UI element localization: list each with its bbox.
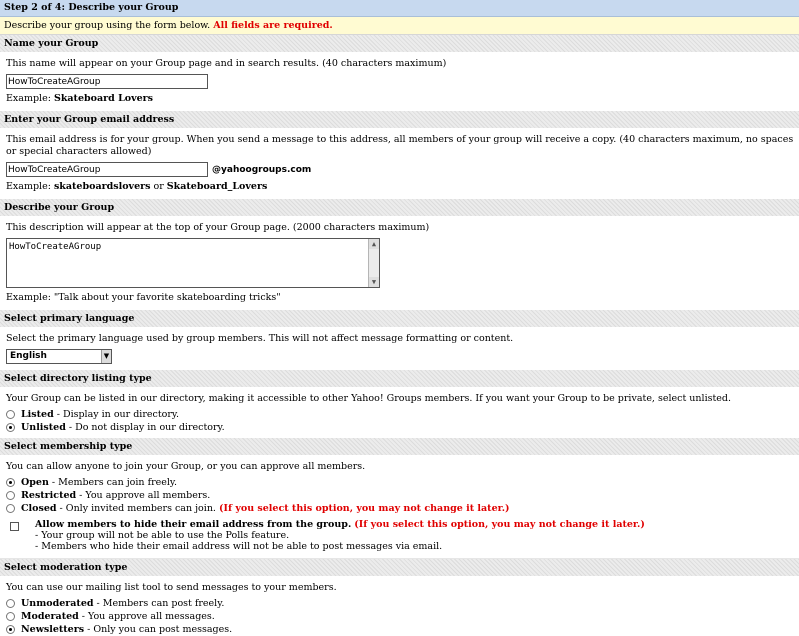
language-heading: Select primary language: [0, 310, 799, 327]
directory-option-unlisted[interactable]: Unlisted - Do not display in our directo…: [0, 421, 799, 434]
radio-closed[interactable]: [6, 504, 15, 513]
closed-warning: (If you select this option, you may not …: [219, 503, 510, 514]
group-description-textarea[interactable]: HowToCreateAGroup ▲ ▼: [6, 238, 380, 288]
email-row: @yahoogroups.com: [0, 162, 799, 177]
description-text: HowToCreateAGroup: [9, 242, 102, 252]
name-heading: Name your Group: [0, 35, 799, 52]
select-arrow-icon[interactable]: ▼: [101, 350, 111, 363]
email-description: This email address is for your group. Wh…: [6, 134, 794, 157]
language-description: Select the primary language used by grou…: [6, 333, 514, 344]
language-select[interactable]: English ▼: [6, 349, 112, 364]
radio-unlisted[interactable]: [6, 423, 15, 432]
directory-description: Your Group can be listed in our director…: [6, 393, 732, 404]
radio-newsletters[interactable]: [6, 625, 15, 634]
moderation-option-unmoderated[interactable]: Unmoderated - Members can post freely.: [0, 597, 799, 610]
listed-detail: - Display in our directory.: [56, 409, 180, 420]
directory-option-listed[interactable]: Listed - Display in our directory.: [0, 408, 799, 421]
intro-bar: Describe your group using the form below…: [0, 17, 799, 35]
hide-email-note1: - Your group will not be able to use the…: [35, 530, 290, 541]
email-example-value2: Skateboard_Lovers: [166, 181, 268, 192]
required-note: All fields are required.: [213, 20, 333, 31]
email-example-prefix: Example:: [6, 181, 51, 192]
email-heading: Enter your Group email address: [0, 111, 799, 128]
moderation-description: You can use our mailing list tool to sen…: [6, 582, 337, 593]
radio-restricted[interactable]: [6, 491, 15, 500]
membership-option-open[interactable]: Open - Members can join freely.: [0, 476, 799, 489]
hide-email-text: Allow members to hide their email addres…: [35, 519, 645, 552]
directory-heading: Select directory listing type: [0, 370, 799, 387]
describe-example: Example: "Talk about your favorite skate…: [6, 292, 281, 303]
describe-heading: Describe your Group: [0, 199, 799, 216]
open-detail: - Members can join freely.: [51, 477, 178, 488]
email-example-value1: skateboardslovers: [53, 181, 151, 192]
hide-email-note2: - Members who hide their email address w…: [35, 541, 443, 552]
newsletters-detail: - Only you can post messages.: [87, 624, 233, 635]
open-label: Open: [21, 477, 49, 488]
name-row: [0, 74, 799, 89]
textarea-scrollbar[interactable]: ▲ ▼: [368, 239, 379, 287]
moderated-label: Moderated: [21, 611, 79, 622]
moderation-option-moderated[interactable]: Moderated - You approve all messages.: [0, 610, 799, 623]
language-selected: English: [10, 351, 47, 361]
name-description: This name will appear on your Group page…: [6, 58, 447, 69]
name-example-prefix: Example:: [6, 93, 51, 104]
closed-label: Closed: [21, 503, 57, 514]
email-example-or: or: [153, 181, 164, 192]
name-example-value: Skateboard Lovers: [53, 93, 154, 104]
restricted-label: Restricted: [21, 490, 77, 501]
membership-option-restricted[interactable]: Restricted - You approve all members.: [0, 489, 799, 502]
unlisted-detail: - Do not display in our directory.: [68, 422, 225, 433]
closed-detail: - Only invited members can join.: [59, 503, 216, 514]
email-domain: @yahoogroups.com: [212, 164, 312, 175]
newsletters-label: Newsletters: [21, 624, 85, 635]
name-example: Example: Skateboard Lovers: [0, 89, 799, 111]
scroll-up-arrow-icon[interactable]: ▲: [369, 239, 379, 249]
hide-email-warning: (If you select this option, you may not …: [354, 519, 645, 530]
radio-unmoderated[interactable]: [6, 599, 15, 608]
unmoderated-detail: - Members can post freely.: [96, 598, 225, 609]
radio-open[interactable]: [6, 478, 15, 487]
moderated-detail: - You approve all messages.: [81, 611, 215, 622]
listed-label: Listed: [21, 409, 54, 420]
membership-description: You can allow anyone to join your Group,…: [6, 461, 366, 472]
create-group-form: Step 2 of 4: Describe your Group Describ…: [0, 0, 799, 635]
scroll-down-arrow-icon[interactable]: ▼: [369, 277, 379, 287]
step-title: Step 2 of 4: Describe your Group: [0, 0, 799, 17]
hide-email-checkbox[interactable]: [10, 522, 19, 531]
intro-text: Describe your group using the form below…: [4, 20, 211, 31]
group-name-input[interactable]: [6, 74, 208, 89]
radio-listed[interactable]: [6, 410, 15, 419]
hide-email-option: Allow members to hide their email addres…: [0, 515, 799, 559]
restricted-detail: - You approve all members.: [79, 490, 211, 501]
membership-option-closed[interactable]: Closed - Only invited members can join. …: [0, 502, 799, 515]
group-email-input[interactable]: [6, 162, 208, 177]
hide-email-label: Allow members to hide their email addres…: [35, 519, 352, 530]
email-example: Example: skateboardslovers or Skateboard…: [0, 177, 799, 199]
describe-description: This description will appear at the top …: [6, 222, 430, 233]
unlisted-label: Unlisted: [21, 422, 66, 433]
radio-moderated[interactable]: [6, 612, 15, 621]
moderation-option-newsletters[interactable]: Newsletters - Only you can post messages…: [0, 623, 799, 636]
moderation-heading: Select moderation type: [0, 559, 799, 576]
unmoderated-label: Unmoderated: [21, 598, 94, 609]
membership-heading: Select membership type: [0, 438, 799, 455]
